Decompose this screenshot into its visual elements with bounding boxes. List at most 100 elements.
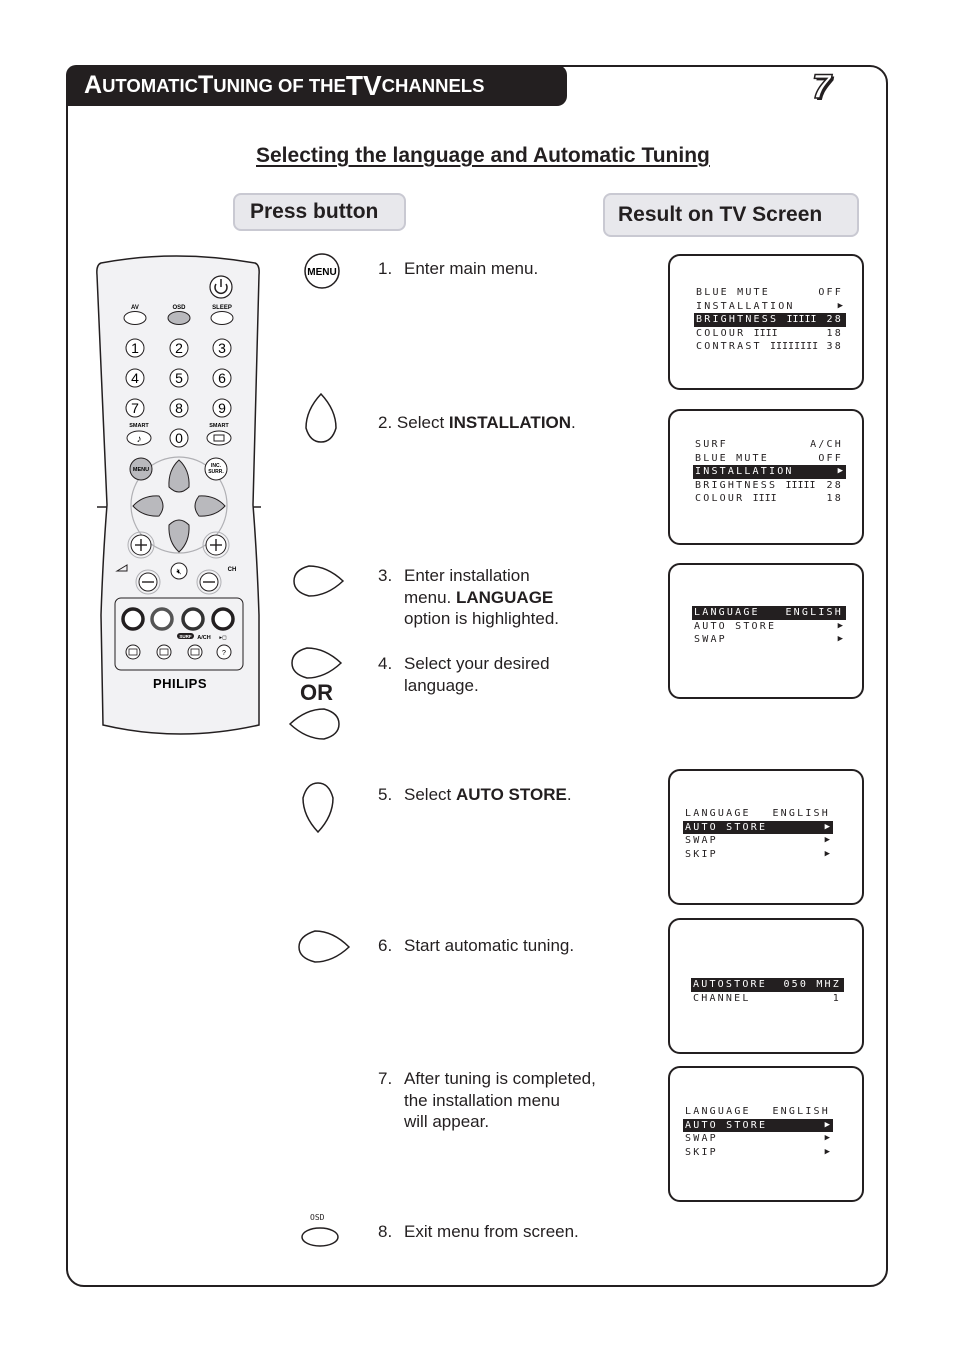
size-button[interactable] — [187, 644, 203, 660]
digit-8: 8 — [175, 400, 183, 416]
osd-row-label: SWAP — [685, 835, 718, 847]
osd-key[interactable] — [299, 1225, 341, 1254]
title-part: UTOMATIC — [102, 74, 198, 96]
submenu-arrow-icon: ▶ — [824, 1133, 830, 1144]
teletext-button[interactable] — [125, 644, 141, 660]
step-text: Enter main menu. — [404, 259, 539, 278]
osd-menu-row: SKIP ▶ — [683, 848, 833, 862]
step-3: 3. Enter installation menu. LANGUAGE opti… — [378, 565, 559, 630]
title-part: UNING OF THE — [213, 74, 346, 96]
smart-picture-button[interactable] — [206, 430, 232, 446]
osd-menu-row: CHANNEL 1 — [691, 992, 844, 1006]
osd-row-label: SURF — [695, 439, 728, 450]
osd-menu-row: SWAP ▶ — [692, 633, 846, 647]
level-bars: IIII — [752, 493, 777, 505]
cursor-right-key-tuning[interactable] — [296, 928, 352, 971]
menu-key-drawing: MENU — [304, 253, 340, 289]
cursor-up-icon — [305, 392, 337, 443]
volume-down-button[interactable] — [135, 569, 161, 595]
brand-logo: PHILIPS — [153, 676, 207, 691]
osd-row-value: ENGLISH — [785, 607, 843, 618]
osd-row-label: BLUE MUTE — [695, 452, 769, 464]
step-2: 2. Select INSTALLATION. — [378, 412, 576, 434]
sleep-button[interactable] — [210, 311, 234, 325]
submenu-arrow-icon: ▶ — [824, 1146, 830, 1157]
yellow-button[interactable] — [181, 607, 205, 631]
digit-6: 6 — [218, 370, 226, 386]
osd-row-value: 18 — [826, 493, 843, 505]
step-text: will appear. — [404, 1112, 490, 1131]
cursor-up-key[interactable] — [302, 392, 340, 449]
channel-down-button[interactable] — [196, 569, 222, 595]
osd-menu: BLUE MUTE OFF INSTALLATION ▶ BRIGHTNESS IIII… — [694, 286, 846, 354]
osd-row-label: SWAP — [694, 634, 727, 646]
osd-menu: AUTOSTORE 050 MHZ CHANNEL 1 — [691, 978, 844, 1005]
cursor-left-key[interactable] — [288, 705, 342, 748]
step-number: 7. — [378, 1069, 393, 1088]
osd-menu-row: LANGUAGE ENGLISH — [683, 807, 833, 821]
osd-button[interactable] — [167, 311, 191, 325]
step-7: 7. After tuning is completed, the install… — [378, 1068, 596, 1133]
remote-control-drawing: AV OSD SLEEP 1 2 3 4 5 6 7 8 9 0 SMART S… — [96, 255, 261, 735]
av-button[interactable] — [123, 311, 147, 325]
osd-row-label: BLUE MUTE — [696, 287, 770, 298]
blue-button[interactable] — [211, 607, 235, 631]
power-button[interactable] — [209, 275, 233, 299]
step-text: option is highlighted. — [404, 609, 560, 628]
step-text: Exit menu from screen. — [404, 1222, 579, 1241]
step-number: 1. — [378, 259, 393, 278]
cursor-left-icon — [288, 708, 340, 740]
volume-up-button[interactable] — [127, 531, 155, 559]
cursor-right-key[interactable] — [291, 562, 345, 605]
mute-button[interactable]: 🔇︎ — [170, 562, 188, 580]
osd-row-label: SKIP — [685, 848, 718, 860]
osd-row-value: 28 — [826, 479, 843, 491]
osd-row-value: ENGLISH — [772, 808, 830, 819]
step-number: 4. — [378, 654, 393, 673]
digit-5: 5 — [175, 370, 183, 386]
title-part: A — [84, 71, 103, 99]
osd-row-value: 38 — [826, 341, 843, 353]
digit-2: 2 — [175, 340, 183, 356]
submenu-arrow-icon: ▶ — [824, 821, 830, 832]
level-bars: IIII — [753, 327, 778, 339]
osd-row-label: SKIP — [685, 1146, 718, 1158]
submenu-arrow-icon: ▶ — [837, 634, 843, 645]
osd-menu-row: INSTALLATION ▶ — [693, 465, 846, 479]
step-text: Enter installation — [404, 566, 530, 585]
step-text: the installation menu — [404, 1090, 560, 1110]
title-part: CHANNELS — [381, 74, 485, 96]
osd-row-value: A/CH — [810, 439, 843, 450]
step-text: Select — [396, 413, 449, 432]
menu-key[interactable]: MENU — [302, 252, 342, 297]
osd-row-label: LANGUAGE — [694, 607, 760, 618]
osd-menu: LANGUAGE ENGLISH AUTO STORE ▶ SWAP ▶ — [692, 606, 846, 647]
osd-row-label: BRIGHTNESS IIIII — [695, 479, 816, 491]
digit-4: 4 — [131, 370, 139, 386]
step-number: 6. — [378, 936, 393, 955]
step-text: language. — [404, 675, 479, 695]
cursor-down-key[interactable] — [299, 780, 337, 839]
step-text: Start automatic tuning. — [404, 936, 575, 955]
osd-row-value: ENGLISH — [772, 1106, 830, 1117]
digit-7: 7 — [131, 400, 139, 416]
step-number: 3. — [378, 566, 393, 585]
submenu-arrow-icon: ▶ — [824, 848, 830, 859]
osd-row-value: OFF — [818, 287, 843, 298]
osd-row-label: BRIGHTNESS IIIII — [696, 314, 817, 326]
osd-row-label: LANGUAGE — [685, 808, 751, 819]
osd-row-label: INSTALLATION — [696, 300, 795, 312]
mix-button[interactable] — [156, 644, 172, 660]
osd-menu-row: AUTO STORE ▶ — [683, 820, 833, 835]
step-text: Select — [404, 785, 456, 804]
red-button[interactable] — [121, 607, 145, 631]
submenu-arrow-icon: ▶ — [824, 835, 830, 846]
step-text: Select your desired — [404, 654, 550, 673]
tv-screen-3: LANGUAGE ENGLISH AUTO STORE ▶ SWAP ▶ — [668, 563, 864, 699]
green-button[interactable] — [150, 607, 174, 631]
osd-menu: LANGUAGE ENGLISH AUTO STORE ▶ SWAP ▶ SKIP ▶ — [683, 807, 833, 861]
osd-row-label: AUTOSTORE — [693, 979, 767, 990]
channel-up-button[interactable] — [202, 531, 230, 559]
osd-row-value: 18 — [826, 327, 843, 339]
osd-row-value: 1 — [832, 992, 841, 1004]
